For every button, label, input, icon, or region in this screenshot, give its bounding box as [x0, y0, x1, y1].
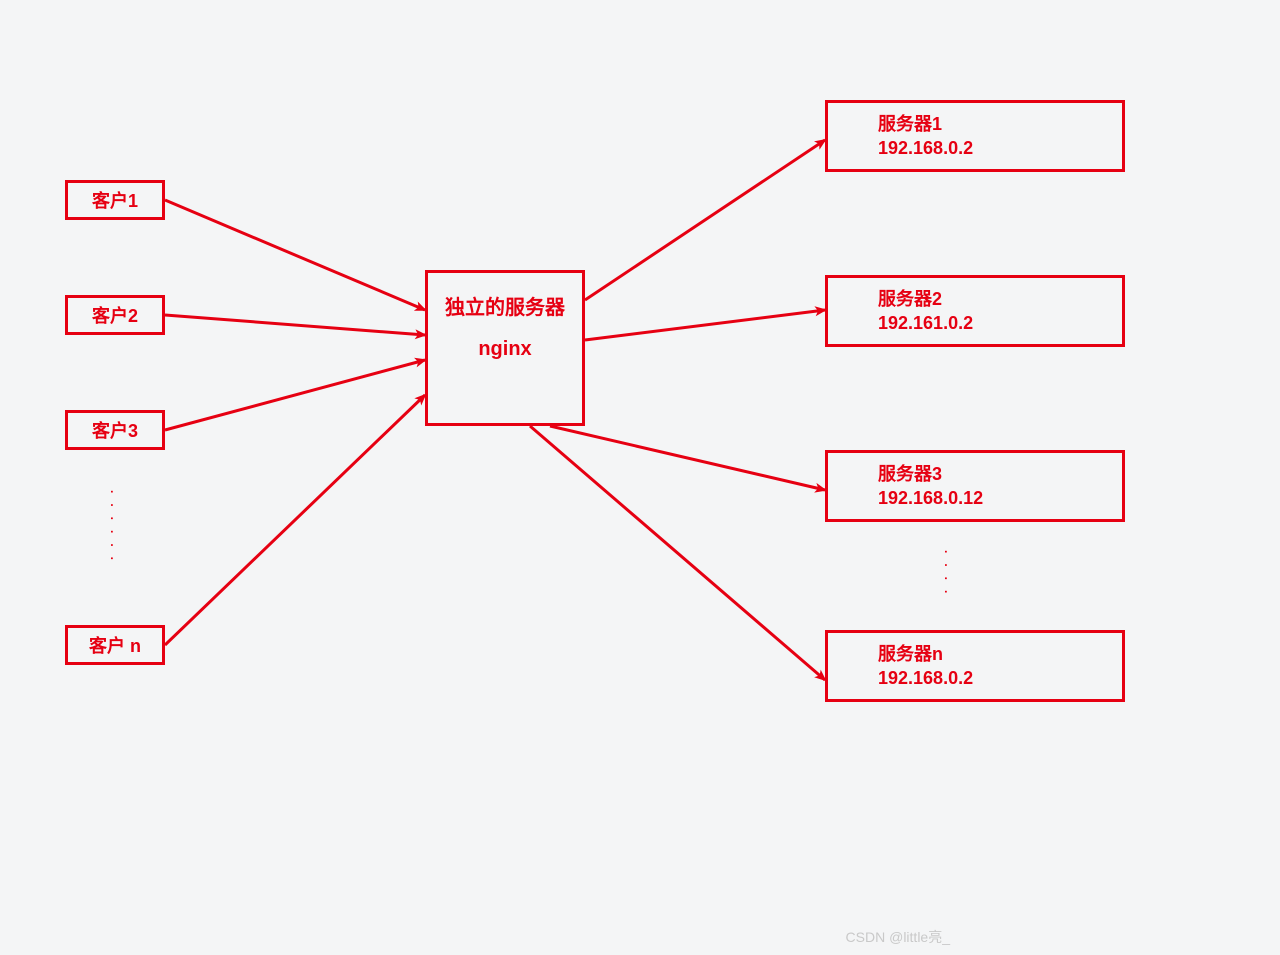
- server-name: 服务器1: [878, 112, 1122, 136]
- ellipsis-icon: ....: [942, 550, 956, 603]
- client-box: 客户3: [65, 410, 165, 450]
- server-ip: 192.161.0.2: [878, 311, 1122, 335]
- client-label: 客户1: [92, 187, 138, 213]
- nginx-box: 独立的服务器 nginx: [425, 270, 585, 426]
- arrow: [550, 426, 825, 490]
- client-label: 客户2: [92, 302, 138, 328]
- ellipsis-icon: ......: [108, 490, 122, 570]
- server-box: 服务器2 192.161.0.2: [825, 275, 1125, 347]
- client-box: 客户1: [65, 180, 165, 220]
- client-box: 客户 n: [65, 625, 165, 665]
- server-ip: 192.168.0.2: [878, 666, 1122, 690]
- server-box: 服务器3 192.168.0.12: [825, 450, 1125, 522]
- arrow: [165, 360, 425, 430]
- server-box: 服务器n 192.168.0.2: [825, 630, 1125, 702]
- server-ip: 192.168.0.2: [878, 136, 1122, 160]
- server-name: 服务器3: [878, 462, 1122, 486]
- server-box: 服务器1 192.168.0.2: [825, 100, 1125, 172]
- server-name: 服务器n: [878, 642, 1122, 666]
- server-name: 服务器2: [878, 287, 1122, 311]
- client-label: 客户3: [92, 417, 138, 443]
- arrow: [165, 395, 425, 645]
- arrow: [585, 310, 825, 340]
- client-box: 客户2: [65, 295, 165, 335]
- arrow: [585, 140, 825, 300]
- arrow: [165, 315, 425, 335]
- arrow: [165, 200, 425, 310]
- server-ip: 192.168.0.12: [878, 486, 1122, 510]
- watermark: CSDN @little亮_: [846, 927, 950, 947]
- client-label: 客户 n: [89, 632, 141, 658]
- center-sub: nginx: [478, 338, 531, 361]
- arrow: [530, 426, 825, 680]
- center-title: 独立的服务器: [445, 291, 565, 320]
